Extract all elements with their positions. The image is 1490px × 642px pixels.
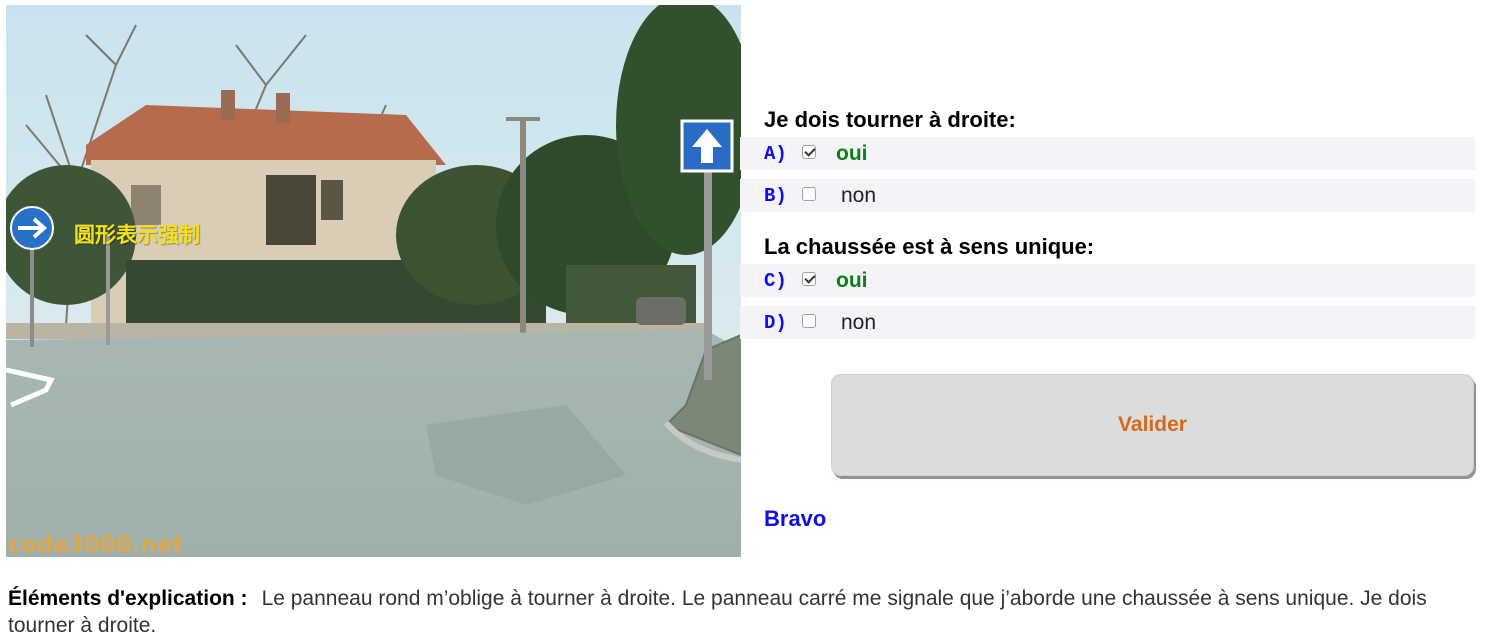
answer-d-text: non [841,310,877,334]
answer-c-text: oui [836,268,868,292]
explanation-label: Éléments d'explication : [8,587,248,610]
watermark: code3000.net [8,533,184,557]
road-scene-image: 圆形表示强制 code3000.net [6,5,741,557]
answer-row-a[interactable]: A) oui [740,137,1475,170]
explanation: Éléments d'explication : Le panneau rond … [8,585,1478,639]
answer-letter-b: B) [764,184,787,207]
validate-button[interactable]: Valider [831,374,1474,476]
question-2-title: La chaussée est à sens unique: [764,234,1095,259]
answer-a-checkbox[interactable] [802,144,816,159]
scene-caption: 圆形表示强制 [74,223,200,247]
answer-b-checkbox[interactable] [802,186,816,201]
answer-letter-c: C) [764,269,787,292]
answer-letter-d: D) [764,311,787,334]
question-1-title: Je dois tourner à droite: [764,107,1016,132]
answer-letter-a: A) [764,142,787,165]
answer-d-checkbox[interactable] [802,313,816,328]
result-message: Bravo [764,506,827,531]
answer-b-text: non [841,183,877,207]
one-way-up-sign-icon [680,119,734,173]
road-scene-illustration [6,5,741,557]
answer-row-b[interactable]: B) non [740,179,1475,212]
answer-a-text: oui [836,141,868,165]
answer-row-d[interactable]: D) non [740,306,1475,339]
answer-c-checkbox[interactable] [802,271,816,286]
answer-row-c[interactable]: C) oui [740,264,1475,297]
arrow-right-sign-icon [10,206,54,250]
